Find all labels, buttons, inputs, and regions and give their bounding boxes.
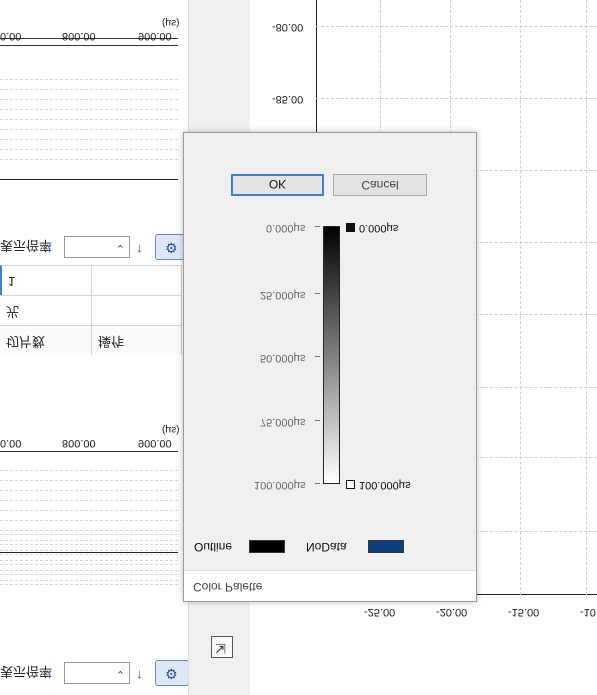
scale-label: 100.000µs [254, 479, 306, 491]
x-tick-label: -20.00 [436, 606, 468, 618]
grid-line [0, 570, 178, 571]
grid-line [0, 139, 178, 140]
grid-line [0, 109, 178, 110]
grid-line [0, 79, 178, 80]
x-axis [0, 451, 178, 452]
x-tick-label: -10 [580, 606, 596, 618]
bottom-preview-chart: 0.00 800.00 900.00 (µs) [0, 0, 182, 180]
nodata-label: NoData [306, 540, 347, 554]
x-tick-label: 800.00 [62, 30, 96, 42]
table-cell[interactable] [92, 265, 182, 295]
grid-line [0, 490, 178, 491]
grid-line [0, 480, 178, 481]
grid-line [0, 470, 178, 471]
table-cell[interactable]: 光 [0, 295, 92, 325]
x-axis [0, 45, 178, 46]
grid-line [0, 584, 178, 585]
grid-line [0, 99, 178, 100]
grid-line [0, 520, 178, 521]
grid-line [316, 26, 597, 27]
screen: 0.00 800.00 900.00 (µs) 0.00 800.00 900.… [0, 0, 597, 695]
param-table: 切片数 操作 光 1 [0, 265, 182, 355]
table-header: 切片数 [0, 325, 92, 355]
grid-line [0, 560, 178, 561]
scale-tick [315, 226, 320, 227]
dialog-title-bar: Color Palette [184, 570, 476, 601]
up-arrow-icon[interactable]: ↑ [136, 242, 143, 258]
ok-button[interactable]: OK [231, 174, 324, 196]
dialog-title: Color Palette [193, 580, 263, 594]
down-arrow-icon[interactable]: ↓ [46, 242, 53, 258]
gradient-stop-start[interactable] [346, 223, 355, 232]
scale-tick [315, 420, 320, 421]
gear-icon: ⚙ [165, 240, 178, 256]
y-tick-label: -85.00 [272, 93, 304, 105]
x-tick-label: 800.00 [62, 437, 96, 449]
grid-line [0, 149, 178, 150]
grid-line [0, 159, 178, 160]
x-tick-label: 900.00 [138, 437, 172, 449]
grid-line [586, 0, 587, 595]
collapse-icon: ⇲ [215, 641, 226, 656]
grid-line [0, 129, 178, 130]
zoom-label: 表示倍率 [0, 664, 53, 679]
x-tick-label: 900.00 [138, 30, 172, 42]
outline-label: Outline [194, 540, 233, 554]
outline-color-swatch[interactable] [249, 540, 285, 553]
lower-preview-chart: 0.00 800.00 900.00 (µs) [0, 403, 182, 583]
y-tick-label: -80.00 [272, 21, 304, 33]
trace-line [0, 179, 178, 180]
gear-icon: ⚙ [165, 666, 178, 682]
scale-label: 50.000µs [260, 352, 306, 364]
table-header: 操作 [92, 325, 182, 355]
scale-label: 25.000µs [260, 289, 306, 301]
chevron-down-icon: ⌄ [115, 668, 125, 680]
chevron-down-icon: ⌄ [115, 242, 125, 254]
grid-line [0, 119, 178, 120]
cancel-button[interactable]: Cancel [333, 174, 427, 196]
x-tick-label: -25.00 [364, 606, 396, 618]
settings-button[interactable]: ⚙ [155, 660, 188, 686]
grid-line [0, 530, 178, 531]
grid-line [0, 540, 178, 541]
down-arrow-icon[interactable]: ↓ [46, 668, 53, 684]
zoom-label: 表示倍率 [0, 238, 53, 253]
grid-line [0, 550, 178, 551]
table-cell[interactable] [92, 295, 182, 325]
table-cell[interactable]: 1 [0, 265, 92, 295]
zoom-combobox[interactable]: ⌄ [64, 662, 130, 684]
gradient-stop-end[interactable] [346, 480, 355, 489]
unit-label: (µs) [162, 17, 180, 28]
scale-tick [315, 293, 320, 294]
left-panel: 0.00 800.00 900.00 (µs) 0.00 800.00 900.… [0, 0, 188, 695]
zoom-control-row: 表示倍率 ↓ ⌄ ↑ ⚙ [0, 233, 188, 263]
scale-tick [315, 356, 320, 357]
x-tick-label: 0.00 [0, 437, 22, 449]
color-palette-dialog: Color Palette Outline NoData 100.000µs 7… [183, 132, 477, 602]
stop-value-label: 100.000µs [359, 479, 411, 491]
scale-label: 0.000µs [266, 222, 306, 234]
scale-tick [315, 483, 320, 484]
grid-line [0, 500, 178, 501]
grid-line [316, 98, 597, 99]
grid-line [0, 580, 178, 581]
stop-value-label: 0.000µs [359, 222, 399, 234]
zoom-control-row-lower: 表示倍率 ↓ ⌄ ↑ ⚙ [0, 659, 188, 689]
grid-line [0, 89, 178, 90]
gradient-bar[interactable] [323, 226, 340, 484]
grid-line [520, 0, 521, 595]
nodata-color-swatch[interactable] [368, 540, 404, 553]
grid-line [0, 510, 178, 511]
zoom-combobox[interactable]: ⌄ [64, 236, 130, 258]
collapse-button[interactable]: ⇲ [211, 636, 233, 658]
x-tick-label: 0.00 [0, 30, 22, 42]
unit-label: (µs) [162, 424, 180, 435]
scale-label: 75.000µs [260, 416, 306, 428]
up-arrow-icon[interactable]: ↑ [136, 668, 143, 684]
x-tick-label: -15.00 [508, 606, 540, 618]
